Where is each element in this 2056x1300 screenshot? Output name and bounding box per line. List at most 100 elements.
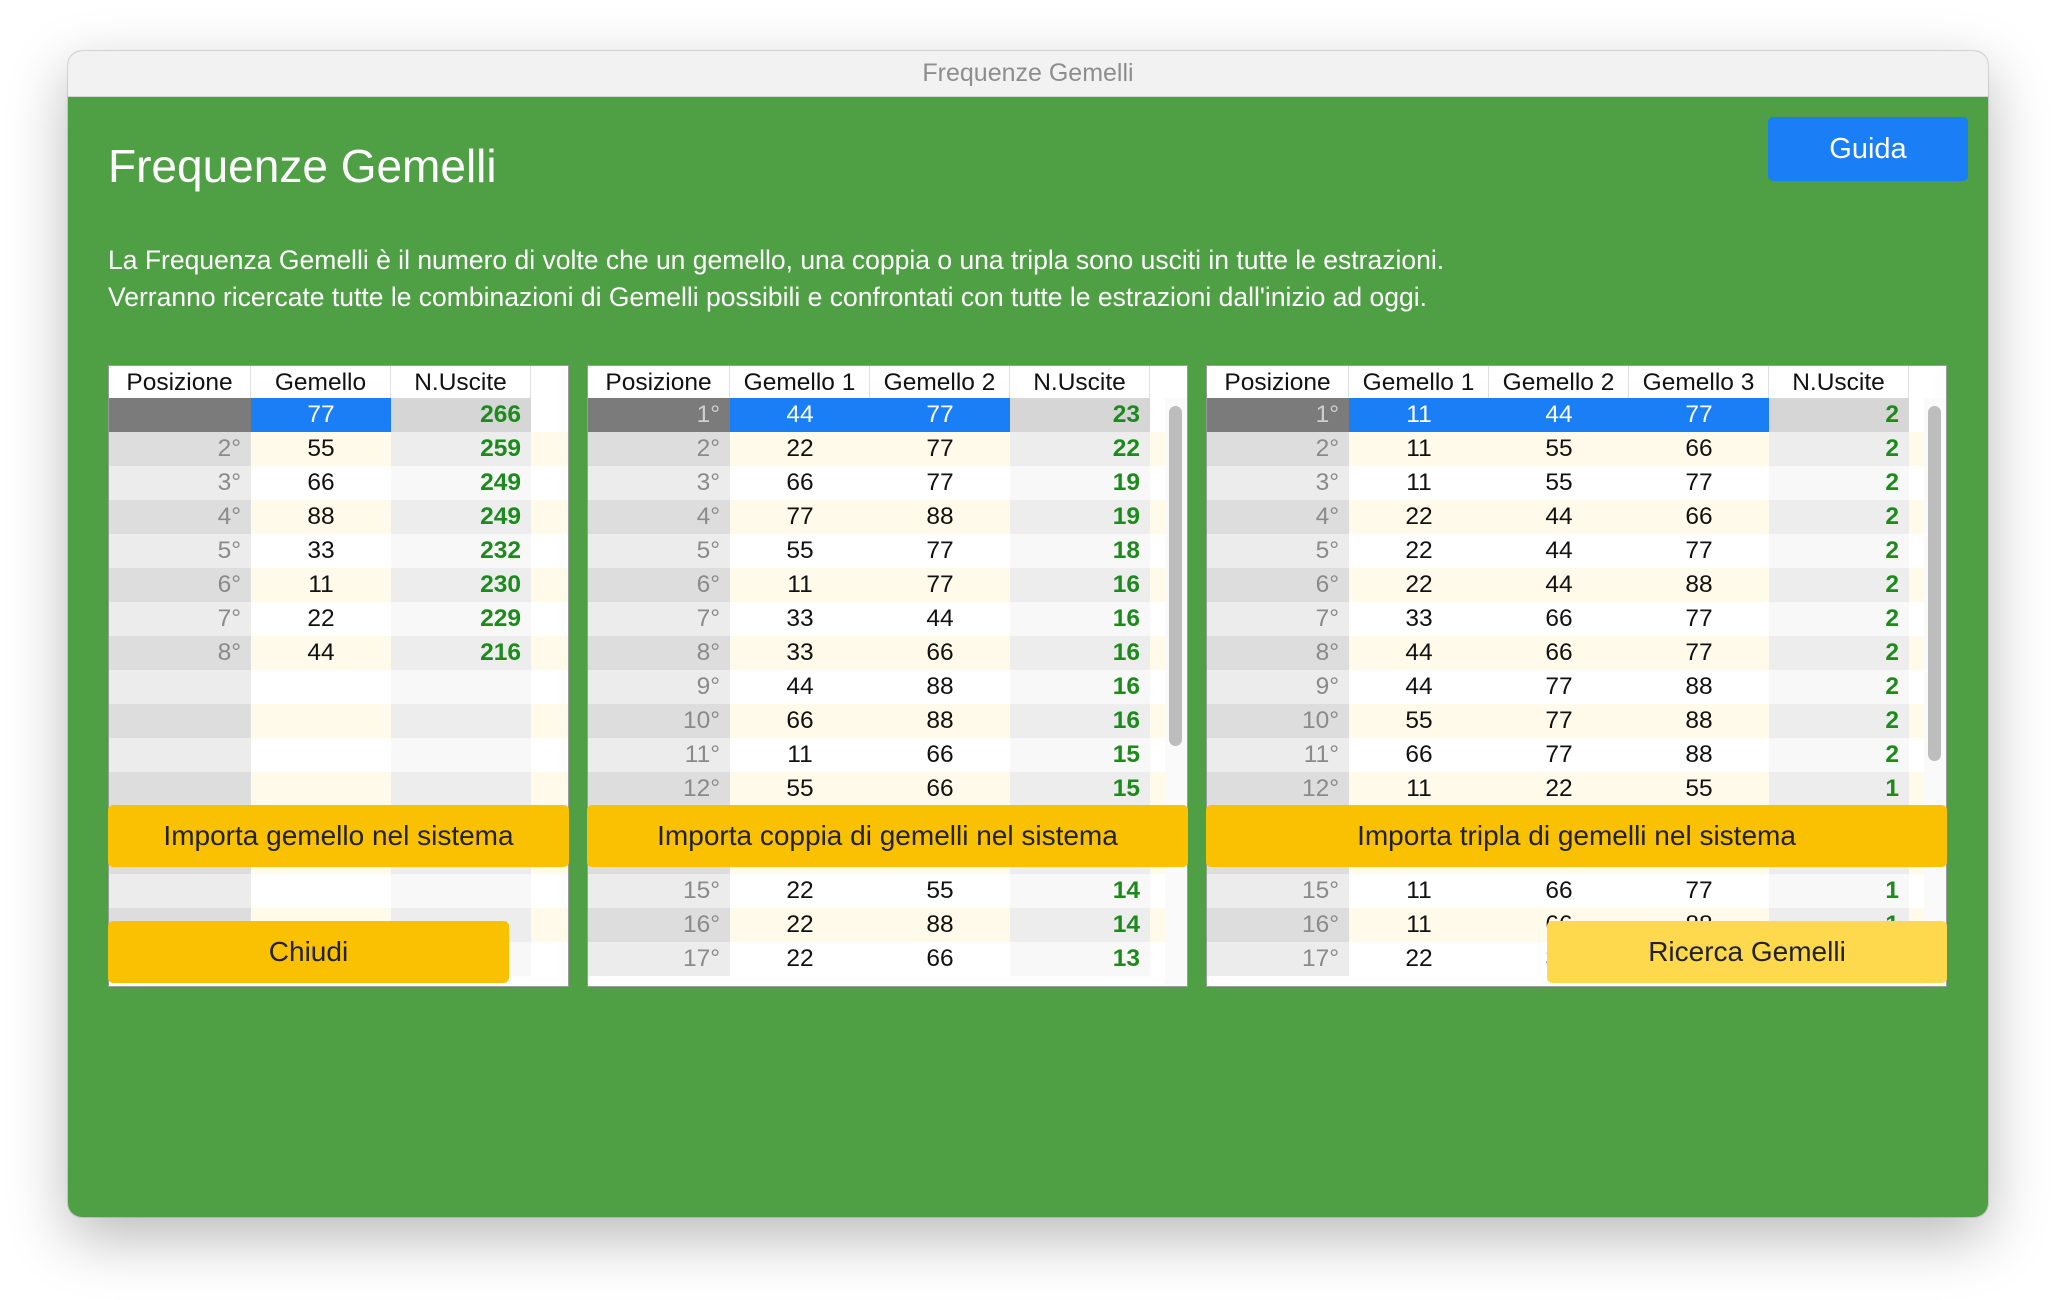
table-row[interactable]: 15° 11 66 77 1 xyxy=(1207,874,1924,908)
table-row[interactable]: 1° 11 44 77 2 xyxy=(1207,398,1924,432)
table-row[interactable]: 2° 11 55 66 2 xyxy=(1207,432,1924,466)
column-header[interactable]: Gemello 2 xyxy=(1489,366,1629,398)
table-row[interactable] xyxy=(109,704,568,738)
table-row[interactable]: 2° 22 77 22 xyxy=(588,432,1165,466)
table-row[interactable]: 3° 66 77 19 xyxy=(588,466,1165,500)
twin-cell: 77 xyxy=(870,432,1010,466)
table-row[interactable]: 7° 33 66 77 2 xyxy=(1207,602,1924,636)
table-row[interactable] xyxy=(109,874,568,908)
table-row[interactable]: 6° 22 44 88 2 xyxy=(1207,568,1924,602)
triple-twins-table[interactable]: Posizione Gemello 1 Gemello 2 Gemello 3 N.Us… xyxy=(1206,365,1947,987)
table-row[interactable]: 17° 22 66 13 xyxy=(588,942,1165,976)
column-header[interactable]: Gemello 1 xyxy=(730,366,870,398)
table-row[interactable]: 5° 33 232 xyxy=(109,534,568,568)
count-cell: 13 xyxy=(1010,942,1150,976)
row-filler xyxy=(531,534,568,568)
import-single-button[interactable]: Importa gemello nel sistema xyxy=(108,805,569,867)
table-row[interactable]: 16° 22 88 14 xyxy=(588,908,1165,942)
table-row[interactable]: 11° 11 66 15 xyxy=(588,738,1165,772)
table-row[interactable] xyxy=(109,772,568,806)
table-row[interactable]: 6° 11 77 16 xyxy=(588,568,1165,602)
table-row[interactable]: 5° 22 44 77 2 xyxy=(1207,534,1924,568)
table-row[interactable]: 5° 55 77 18 xyxy=(588,534,1165,568)
help-button[interactable]: Guida xyxy=(1768,117,1968,181)
row-filler xyxy=(531,908,568,942)
import-triple-button[interactable]: Importa tripla di gemelli nel sistema xyxy=(1206,805,1947,867)
count-cell: 16 xyxy=(1010,670,1150,704)
column-header[interactable]: Gemello 3 xyxy=(1629,366,1769,398)
row-filler xyxy=(531,602,568,636)
description-line-1: La Frequenza Gemelli è il numero di volt… xyxy=(108,245,1445,275)
count-cell xyxy=(391,670,531,704)
table-row[interactable]: 8° 33 66 16 xyxy=(588,636,1165,670)
table-row[interactable]: 4° 22 44 66 2 xyxy=(1207,500,1924,534)
table-row[interactable]: 15° 22 55 14 xyxy=(588,874,1165,908)
count-cell: 15 xyxy=(1010,772,1150,806)
table-row[interactable]: 4° 88 249 xyxy=(109,500,568,534)
count-cell: 18 xyxy=(1010,534,1150,568)
position-cell: 6° xyxy=(588,568,730,602)
table-row[interactable]: 8° 44 66 77 2 xyxy=(1207,636,1924,670)
twin-cell: 44 xyxy=(251,636,391,670)
position-cell: 8° xyxy=(109,636,251,670)
vertical-scrollbar[interactable] xyxy=(1924,398,1946,986)
table-row[interactable] xyxy=(109,738,568,772)
twin-cell: 77 xyxy=(1629,466,1769,500)
column-header[interactable]: N.Uscite xyxy=(1010,366,1150,398)
column-header[interactable]: N.Uscite xyxy=(1769,366,1909,398)
twin-cell xyxy=(251,738,391,772)
row-filler xyxy=(531,398,568,432)
twin-cell: 11 xyxy=(1349,772,1489,806)
table-row[interactable]: 9° 44 77 88 2 xyxy=(1207,670,1924,704)
table-row[interactable]: 4° 77 88 19 xyxy=(588,500,1165,534)
twin-cell: 22 xyxy=(1349,942,1489,976)
column-header[interactable]: N.Uscite xyxy=(391,366,531,398)
column-header[interactable]: Posizione xyxy=(1207,366,1349,398)
scrollbar-thumb[interactable] xyxy=(1928,406,1941,761)
table-row[interactable]: 7° 33 44 16 xyxy=(588,602,1165,636)
table-row[interactable]: 9° 44 88 16 xyxy=(588,670,1165,704)
twin-cell: 33 xyxy=(1349,602,1489,636)
table-row[interactable]: 7° 22 229 xyxy=(109,602,568,636)
scrollbar-thumb[interactable] xyxy=(1169,406,1182,746)
search-twins-button[interactable]: Ricerca Gemelli xyxy=(1547,921,1947,983)
single-twins-table[interactable]: Posizione Gemello N.Uscite 77 266 2° 55 259 3° 66… xyxy=(108,365,569,987)
table-row[interactable]: 10° 66 88 16 xyxy=(588,704,1165,738)
row-filler xyxy=(531,874,568,908)
pair-twins-table[interactable]: Posizione Gemello 1 Gemello 2 N.Uscite 1° 44 7… xyxy=(587,365,1188,987)
table-row[interactable]: 6° 11 230 xyxy=(109,568,568,602)
count-cell: 19 xyxy=(1010,466,1150,500)
position-cell xyxy=(109,670,251,704)
twin-cell: 55 xyxy=(730,534,870,568)
column-header[interactable]: Posizione xyxy=(588,366,730,398)
position-cell: 7° xyxy=(109,602,251,636)
table-row[interactable] xyxy=(109,670,568,704)
column-header[interactable]: Gemello 2 xyxy=(870,366,1010,398)
column-header[interactable]: Gemello 1 xyxy=(1349,366,1489,398)
column-header[interactable]: Posizione xyxy=(109,366,251,398)
table-row[interactable]: 10° 55 77 88 2 xyxy=(1207,704,1924,738)
table-row[interactable]: 12° 11 22 55 1 xyxy=(1207,772,1924,806)
count-cell: 16 xyxy=(1010,636,1150,670)
position-cell: 5° xyxy=(588,534,730,568)
twin-cell: 77 xyxy=(1629,398,1769,432)
table-row[interactable]: 11° 66 77 88 2 xyxy=(1207,738,1924,772)
window-content: Frequenze Gemelli Guida La Frequenza Gem… xyxy=(68,97,1988,1217)
position-cell: 6° xyxy=(1207,568,1349,602)
table-row[interactable]: 12° 55 66 15 xyxy=(588,772,1165,806)
close-button[interactable]: Chiudi xyxy=(108,921,509,983)
position-cell: 16° xyxy=(588,908,730,942)
vertical-scrollbar[interactable] xyxy=(1165,398,1187,986)
twin-cell: 55 xyxy=(1629,772,1769,806)
column-header[interactable]: Gemello xyxy=(251,366,391,398)
import-pair-button[interactable]: Importa coppia di gemelli nel sistema xyxy=(587,805,1188,867)
table-row[interactable]: 2° 55 259 xyxy=(109,432,568,466)
twin-cell: 22 xyxy=(730,942,870,976)
table-row[interactable]: 1° 44 77 23 xyxy=(588,398,1165,432)
count-cell: 2 xyxy=(1769,466,1909,500)
twin-cell: 66 xyxy=(1629,500,1769,534)
table-row[interactable]: 8° 44 216 xyxy=(109,636,568,670)
table-row[interactable]: 77 266 xyxy=(109,398,568,432)
table-row[interactable]: 3° 66 249 xyxy=(109,466,568,500)
table-row[interactable]: 3° 11 55 77 2 xyxy=(1207,466,1924,500)
